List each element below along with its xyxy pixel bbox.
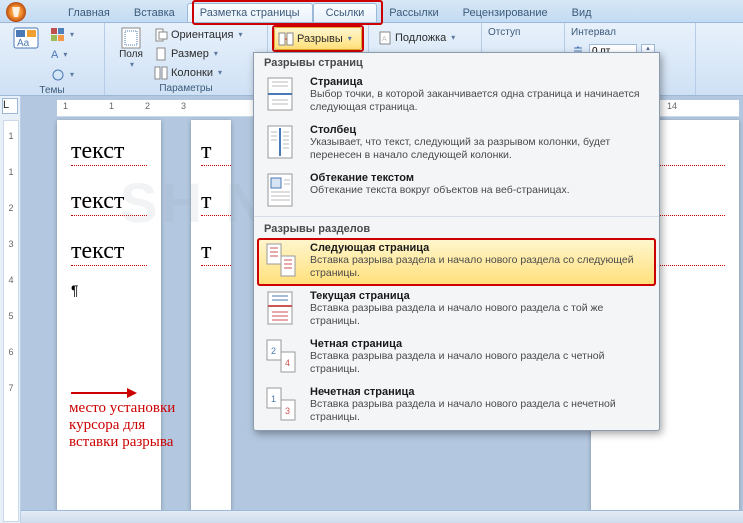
svg-text:A: A	[382, 36, 387, 43]
breaks-icon	[278, 32, 294, 46]
orientation-button[interactable]: Ориентация▾	[151, 25, 245, 44]
dropdown-section-page-breaks: Разрывы страниц	[254, 53, 659, 72]
column-break-icon	[264, 124, 300, 160]
continuous-break-icon	[264, 290, 300, 326]
theme-colors-button[interactable]: ▾	[48, 25, 77, 44]
ribbon-tabs: Главная Вставка Разметка страницы Ссылки…	[0, 0, 743, 23]
dropdown-section-section-breaks: Разрывы разделов	[254, 219, 659, 238]
section-break-next-page[interactable]: Следующая страницаВставка разрыва раздел…	[257, 238, 656, 286]
page-2[interactable]: т т т	[191, 120, 231, 523]
svg-text:1: 1	[271, 394, 276, 404]
tab-references[interactable]: Ссылки	[313, 3, 378, 22]
watermark-button[interactable]: A Подложка▾	[375, 28, 475, 47]
horizontal-scrollbar[interactable]	[21, 510, 743, 523]
group-label-page-setup: Параметры	[111, 82, 261, 95]
annotation-text: место установки курсора для вставки разр…	[69, 400, 175, 451]
next-page-break-icon	[264, 242, 300, 278]
annotation-arrow-icon	[69, 386, 139, 400]
break-page[interactable]: СтраницаВыбор точки, в которой заканчива…	[254, 72, 659, 120]
section-break-continuous[interactable]: Текущая страницаВставка разрыва раздела …	[254, 286, 659, 334]
page-break-icon	[264, 76, 300, 112]
tab-page-layout[interactable]: Разметка страницы	[187, 3, 313, 22]
group-label-indent: Отступ	[488, 25, 558, 38]
tab-selector[interactable]: L	[2, 98, 18, 114]
margins-button[interactable]: Поля▾	[111, 25, 151, 82]
vertical-ruler[interactable]: 1 1 2 3 4 5 6 7	[3, 120, 19, 522]
theme-fonts-button[interactable]: A▾	[48, 45, 77, 64]
text-line: текст	[71, 138, 147, 166]
office-button[interactable]	[4, 0, 36, 22]
breaks-button[interactable]: Разрывы▾	[274, 27, 362, 50]
page-1[interactable]: текст текст текст ¶	[57, 120, 161, 523]
text-line: текст	[71, 238, 147, 266]
break-text-wrapping[interactable]: Обтекание текстомОбтекание текста вокруг…	[254, 168, 659, 214]
size-button[interactable]: Размер▾	[151, 44, 245, 63]
text-wrap-break-icon	[264, 172, 300, 208]
even-page-break-icon: 24	[264, 338, 300, 374]
tab-mailings[interactable]: Рассылки	[377, 4, 450, 22]
break-column[interactable]: СтолбецУказывает, что текст, следующий з…	[254, 120, 659, 168]
paragraph-mark-icon: ¶	[71, 282, 79, 298]
group-label-spacing: Интервал	[571, 25, 689, 41]
chevron-down-icon: ▾	[70, 30, 74, 39]
tab-view[interactable]: Вид	[560, 4, 604, 22]
theme-effects-button[interactable]: ▾	[48, 65, 77, 84]
tab-home[interactable]: Главная	[56, 4, 122, 22]
svg-text:Aa: Aa	[17, 38, 30, 49]
text-line: текст	[71, 188, 147, 216]
svg-text:2: 2	[271, 346, 276, 356]
themes-button[interactable]: Aa	[6, 25, 46, 84]
breaks-dropdown: Разрывы страниц СтраницаВыбор точки, в к…	[253, 52, 660, 431]
svg-text:3: 3	[285, 406, 290, 416]
tab-review[interactable]: Рецензирование	[451, 4, 560, 22]
svg-text:4: 4	[285, 358, 290, 368]
vertical-ruler-col: L 1 1 2 3 4 5 6 7	[0, 96, 21, 523]
odd-page-break-icon: 13	[264, 386, 300, 422]
section-break-odd-page[interactable]: 13 Нечетная страницаВставка разрыва разд…	[254, 382, 659, 430]
tab-insert[interactable]: Вставка	[122, 4, 187, 22]
columns-button[interactable]: Колонки▾	[151, 63, 245, 82]
section-break-even-page[interactable]: 24 Четная страницаВставка разрыва раздел…	[254, 334, 659, 382]
